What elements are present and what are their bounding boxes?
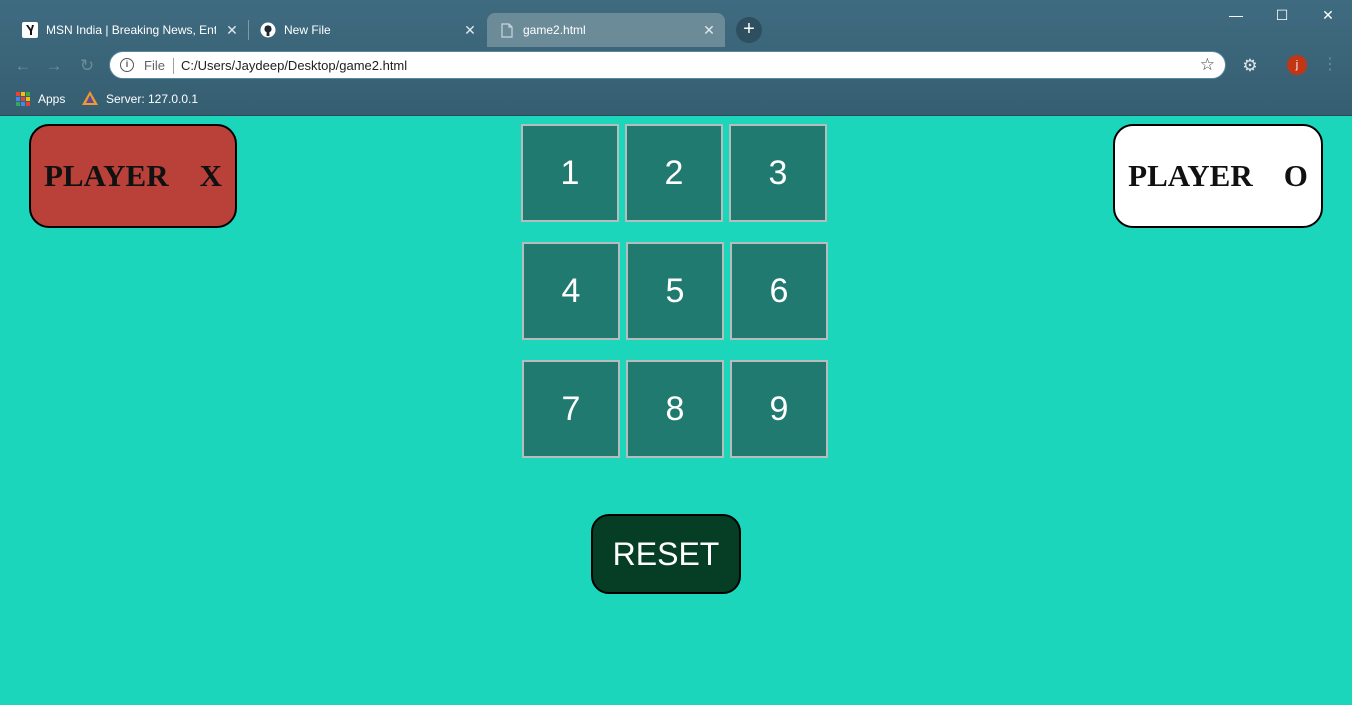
forward-arrow-icon[interactable]: → bbox=[43, 55, 65, 77]
board-cell-1[interactable]: 1 bbox=[521, 124, 619, 222]
apps-grid-icon bbox=[16, 92, 30, 106]
board-cell-9[interactable]: 9 bbox=[730, 360, 828, 458]
browser-toolbar: ← → ↻ i File C:/Users/Jaydeep/Desktop/ga… bbox=[0, 47, 1352, 84]
player-x-card: PLAYER X bbox=[29, 124, 237, 228]
info-icon[interactable]: i bbox=[120, 58, 134, 72]
board-cell-3[interactable]: 3 bbox=[729, 124, 827, 222]
tab-title: MSN India | Breaking News, Enter bbox=[46, 23, 216, 37]
bookmarks-bar: Apps Server: 127.0.0.1 bbox=[0, 84, 1352, 114]
board-cell-5[interactable]: 5 bbox=[626, 242, 724, 340]
bookmark-star-icon[interactable]: ☆ bbox=[1200, 55, 1215, 75]
bookmark-apps[interactable]: Apps bbox=[16, 89, 65, 109]
close-tab-icon[interactable]: ✕ bbox=[224, 22, 240, 38]
address-bar[interactable]: i File C:/Users/Jaydeep/Desktop/game2.ht… bbox=[109, 51, 1226, 79]
tab-msn[interactable]: MSN India | Breaking News, Enter ✕ bbox=[10, 13, 248, 47]
bookmark-label: Server: 127.0.0.1 bbox=[106, 92, 199, 106]
bookmark-server[interactable]: Server: 127.0.0.1 bbox=[82, 89, 198, 109]
back-arrow-icon[interactable]: ← bbox=[12, 55, 34, 77]
url-text[interactable]: C:/Users/Jaydeep/Desktop/game2.html bbox=[181, 58, 407, 73]
extension-gear-icon[interactable]: ⚙ bbox=[1240, 56, 1260, 76]
github-icon bbox=[260, 22, 276, 38]
tab-game2[interactable]: game2.html ✕ bbox=[487, 13, 725, 47]
tab-new-file[interactable]: New File ✕ bbox=[248, 13, 486, 47]
close-tab-icon[interactable]: ✕ bbox=[462, 22, 478, 38]
board-cell-8[interactable]: 8 bbox=[626, 360, 724, 458]
maximize-button[interactable]: ☐ bbox=[1259, 4, 1305, 26]
file-icon bbox=[499, 22, 515, 38]
browser-chrome: MSN India | Breaking News, Enter ✕ New F… bbox=[0, 0, 1352, 116]
close-tab-icon[interactable]: ✕ bbox=[701, 22, 717, 38]
board-cell-7[interactable]: 7 bbox=[522, 360, 620, 458]
reset-button[interactable]: RESET bbox=[591, 514, 741, 594]
tab-title: game2.html bbox=[523, 23, 586, 37]
profile-avatar[interactable]: j bbox=[1287, 55, 1307, 75]
browser-menu-icon[interactable]: ⋮ bbox=[1322, 55, 1338, 75]
board-cell-4[interactable]: 4 bbox=[522, 242, 620, 340]
board-cell-6[interactable]: 6 bbox=[730, 242, 828, 340]
msn-icon bbox=[22, 22, 38, 38]
new-tab-button[interactable]: + bbox=[736, 17, 762, 43]
reload-icon[interactable]: ↻ bbox=[76, 55, 98, 77]
tab-title: New File bbox=[284, 23, 331, 37]
scheme-label: File bbox=[144, 58, 165, 73]
close-window-button[interactable]: ✕ bbox=[1305, 4, 1351, 26]
bookmark-label: Apps bbox=[38, 92, 66, 106]
server-icon bbox=[82, 90, 98, 108]
board-cell-2[interactable]: 2 bbox=[625, 124, 723, 222]
player-o-card: PLAYER O bbox=[1113, 124, 1323, 228]
tab-strip: MSN India | Breaking News, Enter ✕ New F… bbox=[0, 0, 1352, 47]
minimize-button[interactable]: — bbox=[1213, 4, 1259, 26]
omnibox-divider bbox=[173, 58, 174, 74]
